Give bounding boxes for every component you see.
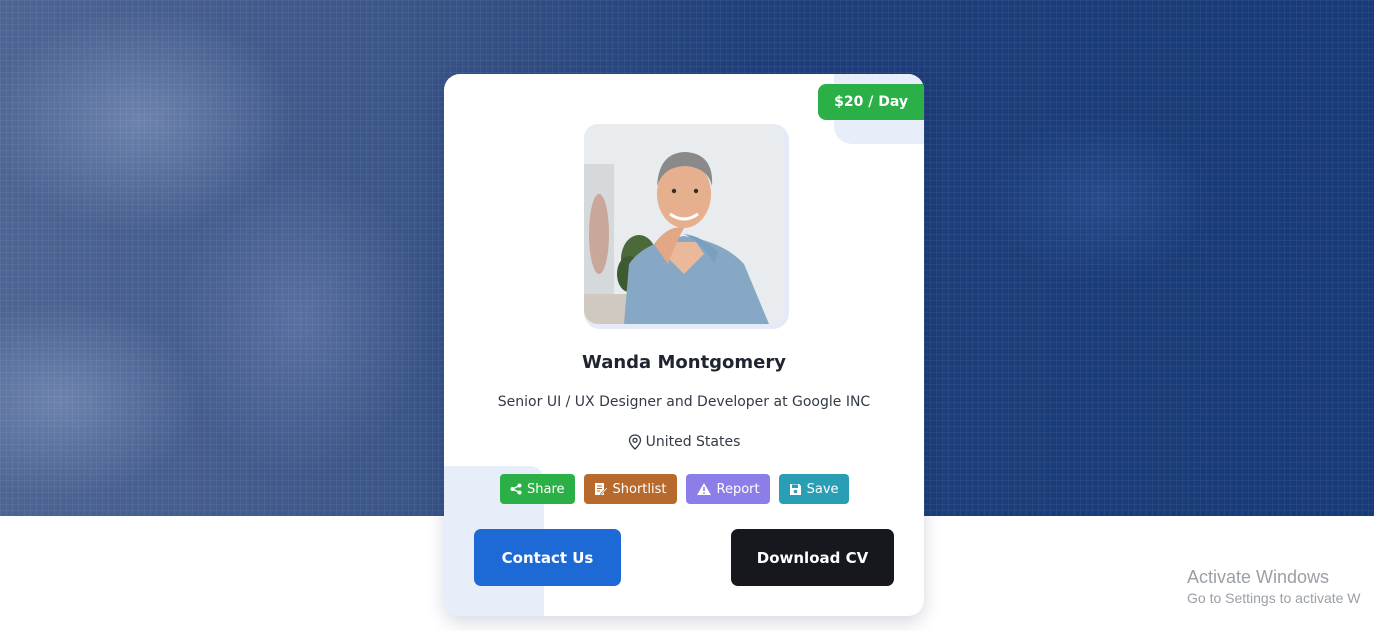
save-label: Save <box>806 481 839 497</box>
profile-location: United States <box>444 434 924 450</box>
download-cv-button[interactable]: Download CV <box>731 529 894 586</box>
shortlist-button[interactable]: Shortlist <box>583 474 677 504</box>
location-pin-icon <box>628 434 641 450</box>
avatar <box>584 124 784 324</box>
profile-name: Wanda Montgomery <box>582 352 786 373</box>
floppy-disk-icon <box>789 483 801 495</box>
report-button[interactable]: Report <box>685 474 770 504</box>
windows-activation-watermark: Activate Windows Go to Settings to activ… <box>1187 567 1361 606</box>
avatar-frame <box>584 124 789 329</box>
share-icon <box>510 483 522 495</box>
location-label: United States <box>645 434 741 450</box>
shortlist-label: Shortlist <box>612 481 667 497</box>
profile-role: Senior UI / UX Designer and Developer at… <box>497 394 871 410</box>
rate-badge: $20 / Day <box>818 84 924 120</box>
share-label: Share <box>527 481 565 497</box>
edit-note-icon <box>594 483 608 495</box>
report-label: Report <box>716 481 760 497</box>
watermark-title: Activate Windows <box>1187 567 1330 587</box>
profile-card: $20 / Day Wanda Montgomery Senior UI / U… <box>444 74 924 616</box>
avatar-photo <box>584 124 784 324</box>
contact-us-button[interactable]: Contact Us <box>474 529 621 586</box>
watermark-subtitle: Go to Settings to activate W <box>1187 590 1361 606</box>
action-bar: Share Shortlist Report Save <box>500 474 849 504</box>
share-button[interactable]: Share <box>500 474 575 504</box>
warning-icon <box>696 483 711 495</box>
save-button[interactable]: Save <box>778 474 849 504</box>
